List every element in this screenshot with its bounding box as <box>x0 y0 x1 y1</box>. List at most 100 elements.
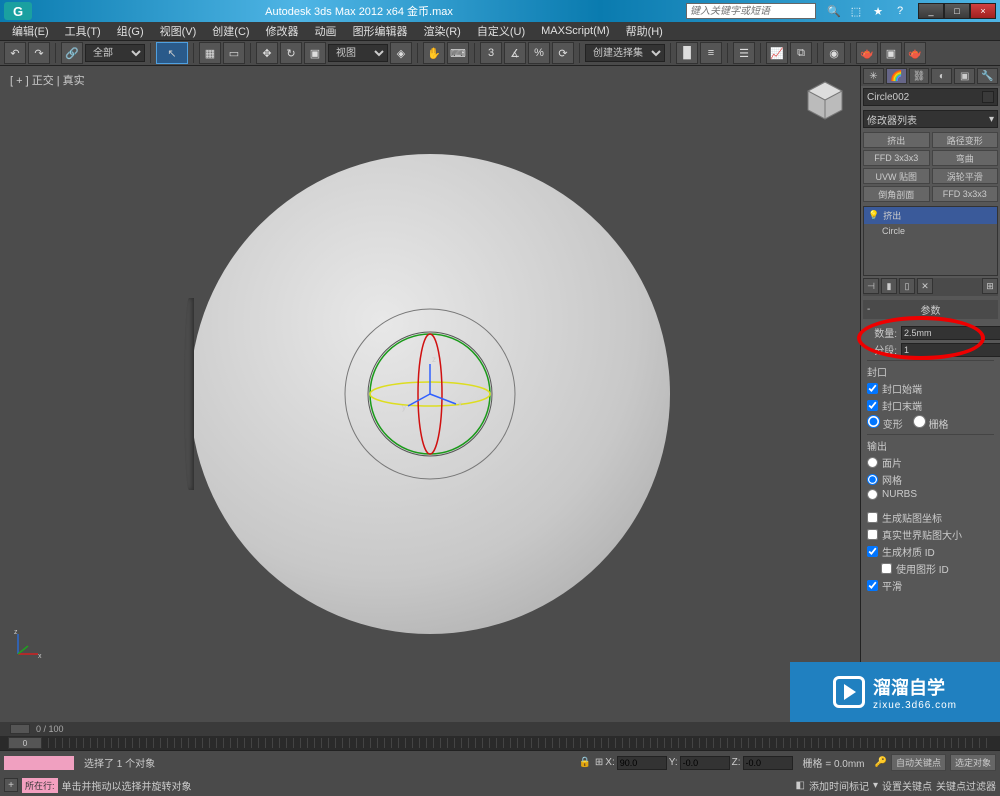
menu-view[interactable]: 视图(V) <box>154 22 203 40</box>
search-icon[interactable]: 🔍 <box>826 3 842 19</box>
menu-group[interactable]: 组(G) <box>111 22 150 40</box>
auto-key-button[interactable]: 自动关键点 <box>891 754 946 771</box>
modifier-stack[interactable]: 💡 挤出 Circle <box>863 206 998 276</box>
preset-bend[interactable]: 弯曲 <box>932 150 999 166</box>
cap-end-checkbox[interactable] <box>867 400 878 411</box>
manip-icon[interactable]: ✋ <box>423 42 445 64</box>
rotate-icon[interactable]: ↻ <box>280 42 302 64</box>
minimize-button[interactable]: _ <box>918 3 944 19</box>
segments-spinner[interactable] <box>901 343 1000 357</box>
curve-editor-icon[interactable]: 📈 <box>766 42 788 64</box>
key-icon[interactable]: 🔑 <box>875 757 887 768</box>
add-time-tag-button[interactable]: 添加时间标记 <box>809 778 869 793</box>
remove-mod-icon[interactable]: ✕ <box>917 278 933 294</box>
percent-snap-icon[interactable]: % <box>528 42 550 64</box>
useshape-checkbox[interactable] <box>881 563 892 574</box>
close-button[interactable]: × <box>970 3 996 19</box>
realworld-checkbox[interactable] <box>867 529 878 540</box>
time-ruler[interactable] <box>48 738 992 748</box>
tab-modify-icon[interactable]: 🌈 <box>886 68 907 84</box>
genmap-checkbox[interactable] <box>867 512 878 523</box>
modifier-list-dropdown[interactable]: 修改器列表▾ <box>863 110 998 128</box>
schematic-icon[interactable]: ⧉ <box>790 42 812 64</box>
preset-ffd1[interactable]: FFD 3x3x3 <box>863 150 930 166</box>
cap-start-checkbox[interactable] <box>867 383 878 394</box>
select-tool-button[interactable]: ↖ <box>156 42 188 64</box>
menu-tools[interactable]: 工具(T) <box>59 22 107 40</box>
layers-icon[interactable]: ☰ <box>733 42 755 64</box>
morph-radio[interactable]: 变形 <box>867 415 903 431</box>
viewcube-icon[interactable] <box>800 76 850 126</box>
stack-item-circle[interactable]: Circle <box>864 224 997 238</box>
select-name-icon[interactable]: ▦ <box>199 42 221 64</box>
x-input[interactable] <box>617 756 667 770</box>
lock-icon[interactable]: 🔒 <box>578 757 590 768</box>
y-input[interactable] <box>680 756 730 770</box>
render-setup-icon[interactable]: 🫖 <box>856 42 878 64</box>
time-slider[interactable]: 0 <box>0 736 1000 750</box>
nurbs-radio[interactable] <box>867 489 878 500</box>
frame-indicator[interactable]: 0 <box>8 737 42 749</box>
preset-ffd2[interactable]: FFD 3x3x3 <box>932 186 999 202</box>
configure-sets-icon[interactable]: ⊞ <box>982 278 998 294</box>
pivot-icon[interactable]: ◈ <box>390 42 412 64</box>
menu-render[interactable]: 渲染(R) <box>418 22 467 40</box>
selected-obj-button[interactable]: 选定对象 <box>950 754 996 771</box>
menu-create[interactable]: 创建(C) <box>206 22 255 40</box>
render-frame-icon[interactable]: ▣ <box>880 42 902 64</box>
z-input[interactable] <box>743 756 793 770</box>
menu-animation[interactable]: 动画 <box>309 22 343 40</box>
preset-uvw[interactable]: UVW 贴图 <box>863 168 930 184</box>
smooth-checkbox[interactable] <box>867 580 878 591</box>
time-config-icon[interactable]: ▾ <box>873 780 878 791</box>
viewport[interactable]: [ + ] 正交 | 真实 z x y <box>0 66 860 722</box>
rotate-gizmo-icon[interactable]: z x y <box>330 294 530 494</box>
amount-spinner[interactable] <box>901 326 1000 340</box>
named-selset-dropdown[interactable]: 创建选择集 <box>585 44 665 62</box>
preset-pathdeform[interactable]: 路径变形 <box>932 132 999 148</box>
script-recorder[interactable] <box>4 756 74 770</box>
tab-hierarchy-icon[interactable]: ⛓ <box>909 68 930 84</box>
scale-icon[interactable]: ▣ <box>304 42 326 64</box>
refcoord-dropdown[interactable]: 视图 <box>328 44 388 62</box>
tab-create-icon[interactable]: ✳ <box>863 68 884 84</box>
tab-motion-icon[interactable]: ◐ <box>931 68 952 84</box>
tab-display-icon[interactable]: ▣ <box>954 68 975 84</box>
move-icon[interactable]: ✥ <box>256 42 278 64</box>
timeline-handle[interactable] <box>10 724 30 734</box>
show-end-icon[interactable]: ▮ <box>881 278 897 294</box>
rollout-header-params[interactable]: 参数 <box>863 300 998 319</box>
stack-item-extrude[interactable]: 💡 挤出 <box>864 207 997 224</box>
selection-filter-dropdown[interactable]: 全部 <box>85 44 145 62</box>
key-filter-button[interactable]: 关键点过滤器 <box>936 778 996 793</box>
mirror-icon[interactable]: ▐▌ <box>676 42 698 64</box>
object-name-field[interactable]: Circle002 <box>863 88 998 106</box>
preset-turbosmooth[interactable]: 涡轮平滑 <box>932 168 999 184</box>
coord-mode-icon[interactable]: ⊞ <box>595 757 603 768</box>
menu-help[interactable]: 帮助(H) <box>620 22 669 40</box>
grid-radio[interactable]: 栅格 <box>913 415 949 431</box>
genmat-checkbox[interactable] <box>867 546 878 557</box>
link-icon[interactable]: 🔗 <box>61 42 83 64</box>
app-logo-icon[interactable]: G <box>4 2 32 20</box>
spinner-snap-icon[interactable]: ⟳ <box>552 42 574 64</box>
redo-icon[interactable]: ↷ <box>28 42 50 64</box>
help-icon[interactable]: ? <box>892 3 908 19</box>
viewport-label[interactable]: [ + ] 正交 | 真实 <box>10 72 85 88</box>
help-search-input[interactable] <box>686 3 816 19</box>
align-icon[interactable]: ≡ <box>700 42 722 64</box>
menu-grapheditors[interactable]: 图形编辑器 <box>347 22 414 40</box>
snap-icon[interactable]: 3 <box>480 42 502 64</box>
undo-icon[interactable]: ↶ <box>4 42 26 64</box>
menu-maxscript[interactable]: MAXScript(M) <box>535 24 615 38</box>
set-key-button[interactable]: 设置关键点 <box>882 778 932 793</box>
object-color-swatch[interactable] <box>982 91 994 103</box>
maximize-button[interactable]: □ <box>944 3 970 19</box>
script-plus-icon[interactable]: + <box>4 778 18 792</box>
make-unique-icon[interactable]: ▯ <box>899 278 915 294</box>
isolate-icon[interactable]: ◧ <box>796 780 805 791</box>
scene-object[interactable]: z x y <box>190 154 670 634</box>
angle-snap-icon[interactable]: ∡ <box>504 42 526 64</box>
mesh-radio[interactable] <box>867 474 878 485</box>
select-rect-icon[interactable]: ▭ <box>223 42 245 64</box>
